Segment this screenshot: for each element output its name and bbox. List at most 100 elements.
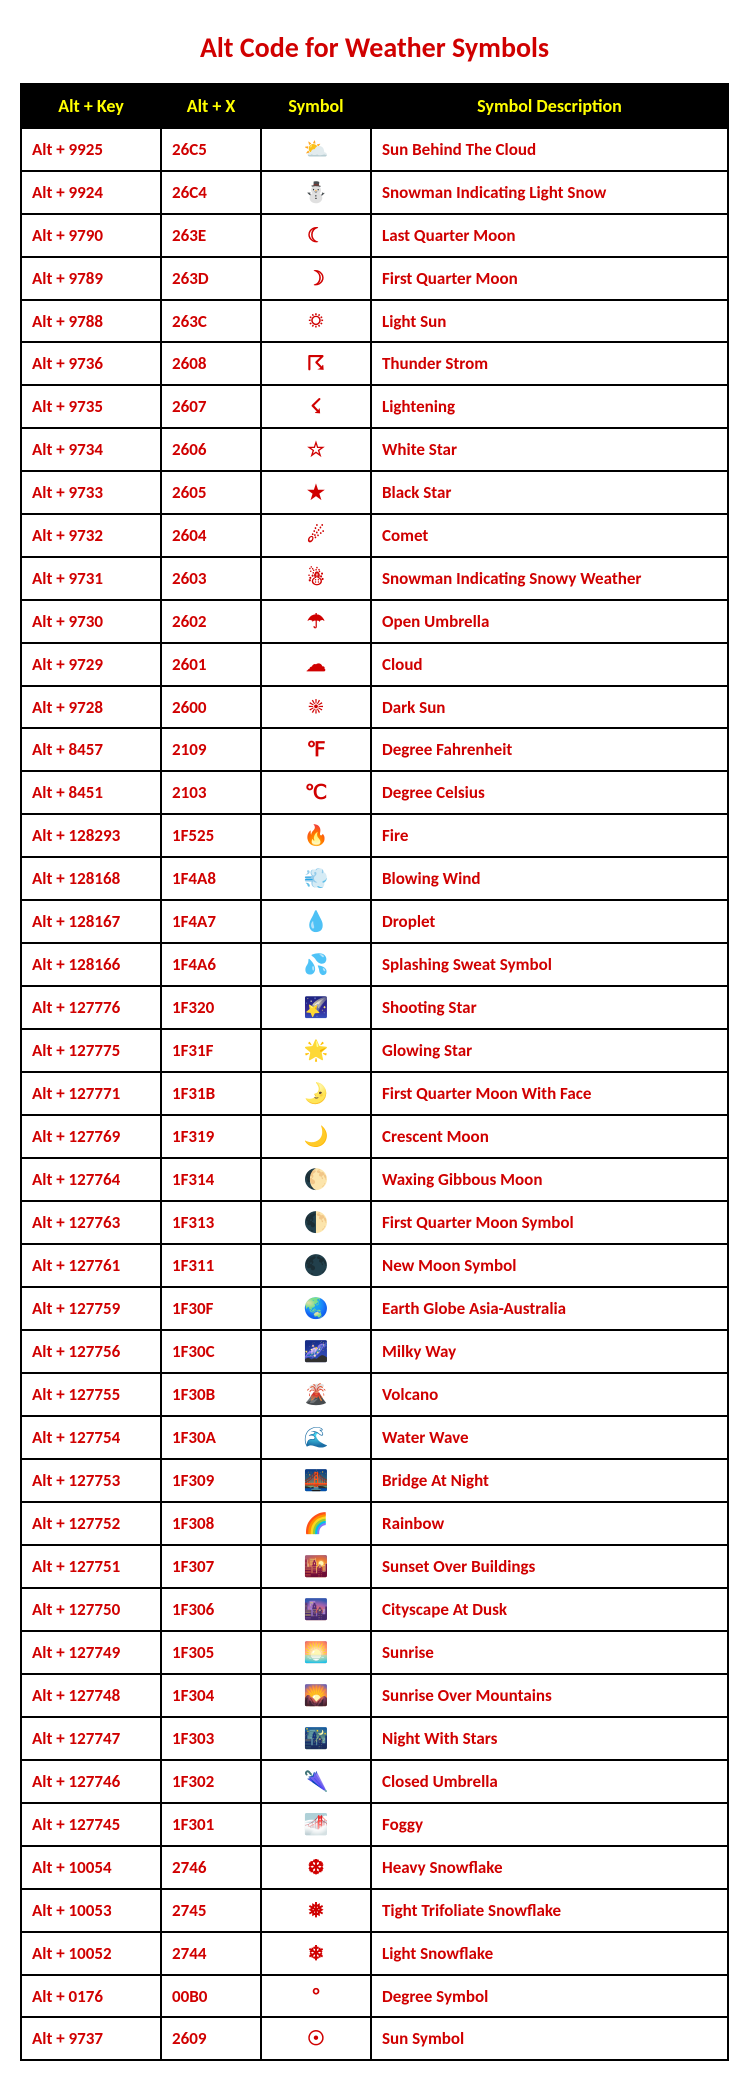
cell-symbol: 🌓 [261, 1201, 371, 1244]
cell-symbol: 🌛 [261, 1072, 371, 1115]
cell-symbol: 🌉 [261, 1459, 371, 1502]
cell-symbol: ☁ [261, 643, 371, 686]
cell-description: Light Snowflake [371, 1932, 728, 1975]
table-row: Alt + 97332605★Black Star [21, 471, 728, 514]
cell-description: Droplet [371, 900, 728, 943]
cell-alt-key: Alt + 127756 [21, 1330, 161, 1373]
cell-symbol: ☄ [261, 514, 371, 557]
cell-alt-x: 1F313 [161, 1201, 261, 1244]
cell-alt-x: 1F4A7 [161, 900, 261, 943]
cell-description: Sun Symbol [371, 2017, 728, 2060]
cell-description: Light Sun [371, 300, 728, 342]
cell-description: Thunder Strom [371, 342, 728, 385]
table-row: Alt + 1277551F30B🌋Volcano [21, 1373, 728, 1416]
cell-alt-x: 2603 [161, 557, 261, 600]
cell-alt-key: Alt + 127748 [21, 1674, 161, 1717]
cell-alt-key: Alt + 127751 [21, 1545, 161, 1588]
cell-alt-key: Alt + 9729 [21, 643, 161, 686]
cell-alt-x: 2604 [161, 514, 261, 557]
cell-description: Cityscape At Dusk [371, 1588, 728, 1631]
cell-description: Bridge At Night [371, 1459, 728, 1502]
table-row: Alt + 1277751F31F🌟Glowing Star [21, 1029, 728, 1072]
table-header-row: Alt + Key Alt + X Symbol Symbol Descript… [21, 84, 728, 128]
cell-alt-x: 2607 [161, 385, 261, 428]
cell-alt-key: Alt + 10053 [21, 1889, 161, 1932]
cell-description: Tight Trifoliate Snowflake [371, 1889, 728, 1932]
cell-alt-x: 1F31F [161, 1029, 261, 1072]
cell-alt-x: 1F305 [161, 1631, 261, 1674]
cell-alt-key: Alt + 9728 [21, 686, 161, 728]
cell-description: Open Umbrella [371, 600, 728, 643]
cell-alt-key: Alt + 127753 [21, 1459, 161, 1502]
cell-alt-key: Alt + 10052 [21, 1932, 161, 1975]
cell-description: First Quarter Moon Symbol [371, 1201, 728, 1244]
cell-symbol: ★ [261, 471, 371, 514]
table-row: Alt + 97342606☆White Star [21, 428, 728, 471]
table-row: Alt + 100522744❄Light Snowflake [21, 1932, 728, 1975]
table-row: Alt + 84572109℉Degree Fahrenheit [21, 728, 728, 771]
cell-symbol: ☾ [261, 214, 371, 257]
cell-alt-key: Alt + 9790 [21, 214, 161, 257]
cell-symbol: 🌃 [261, 1717, 371, 1760]
cell-alt-x: 1F303 [161, 1717, 261, 1760]
cell-description: Fire [371, 814, 728, 857]
cell-alt-x: 263D [161, 257, 261, 300]
cell-alt-key: Alt + 127763 [21, 1201, 161, 1244]
cell-alt-key: Alt + 127761 [21, 1244, 161, 1287]
cell-description: Degree Fahrenheit [371, 728, 728, 771]
table-row: Alt + 1277471F303🌃Night With Stars [21, 1717, 728, 1760]
cell-description: Snowman Indicating Snowy Weather [371, 557, 728, 600]
cell-description: Glowing Star [371, 1029, 728, 1072]
table-row: Alt + 1277521F308🌈Rainbow [21, 1502, 728, 1545]
cell-description: Sunrise [371, 1631, 728, 1674]
cell-alt-x: 2602 [161, 600, 261, 643]
cell-description: Water Wave [371, 1416, 728, 1459]
cell-symbol: ⛅ [261, 128, 371, 171]
cell-alt-x: 2746 [161, 1846, 261, 1889]
table-row: Alt + 992426C4⛄Snowman Indicating Light … [21, 171, 728, 214]
table-row: Alt + 992526C5⛅Sun Behind The Cloud [21, 128, 728, 171]
table-row: Alt + 1277561F30C🌌Milky Way [21, 1330, 728, 1373]
cell-alt-key: Alt + 9789 [21, 257, 161, 300]
table-row: Alt + 1277761F320🌠Shooting Star [21, 986, 728, 1029]
cell-description: First Quarter Moon [371, 257, 728, 300]
table-row: Alt + 100542746❆Heavy Snowflake [21, 1846, 728, 1889]
cell-alt-x: 2745 [161, 1889, 261, 1932]
cell-symbol: 🌅 [261, 1631, 371, 1674]
cell-alt-x: 1F311 [161, 1244, 261, 1287]
cell-alt-key: Alt + 9732 [21, 514, 161, 557]
cell-symbol: 🌁 [261, 1803, 371, 1846]
table-row: Alt + 1282931F525🔥Fire [21, 814, 728, 857]
table-row: Alt + 97372609☉Sun Symbol [21, 2017, 728, 2060]
cell-symbol: 🌆 [261, 1588, 371, 1631]
cell-description: Lightening [371, 385, 728, 428]
cell-alt-x: 1F30A [161, 1416, 261, 1459]
cell-description: Milky Way [371, 1330, 728, 1373]
cell-alt-x: 1F319 [161, 1115, 261, 1158]
cell-alt-key: Alt + 10054 [21, 1846, 161, 1889]
cell-alt-key: Alt + 9924 [21, 171, 161, 214]
table-row: Alt + 1277491F305🌅Sunrise [21, 1631, 728, 1674]
cell-description: Shooting Star [371, 986, 728, 1029]
cell-symbol: ❄ [261, 1932, 371, 1975]
header-alt-x: Alt + X [161, 84, 261, 128]
header-symbol: Symbol [261, 84, 371, 128]
cell-alt-key: Alt + 127759 [21, 1287, 161, 1330]
cell-alt-x: 1F320 [161, 986, 261, 1029]
cell-alt-x: 2600 [161, 686, 261, 728]
cell-description: Crescent Moon [371, 1115, 728, 1158]
table-row: Alt + 97352607☇Lightening [21, 385, 728, 428]
cell-symbol: 🌈 [261, 1502, 371, 1545]
cell-description: Black Star [371, 471, 728, 514]
cell-alt-x: 263E [161, 214, 261, 257]
cell-alt-key: Alt + 127755 [21, 1373, 161, 1416]
cell-alt-key: Alt + 127749 [21, 1631, 161, 1674]
cell-alt-key: Alt + 9730 [21, 600, 161, 643]
cell-alt-x: 2744 [161, 1932, 261, 1975]
table-row: Alt + 017600B0°Degree Symbol [21, 1975, 728, 2017]
header-description: Symbol Description [371, 84, 728, 128]
cell-symbol: 🌂 [261, 1760, 371, 1803]
table-row: Alt + 9789263D☽First Quarter Moon [21, 257, 728, 300]
cell-alt-key: Alt + 8451 [21, 771, 161, 814]
table-row: Alt + 97282600☀Dark Sun [21, 686, 728, 728]
